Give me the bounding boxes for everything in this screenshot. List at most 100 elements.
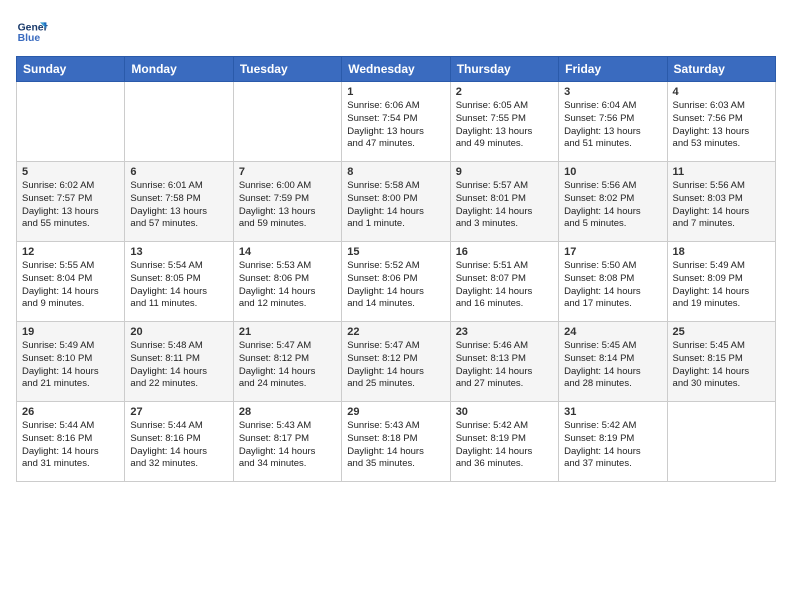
day-number: 4 <box>673 86 770 98</box>
calendar-cell: 16 Sunrise: 5:51 AM Sunset: 8:07 PM Dayli… <box>450 242 558 322</box>
weekday-header-saturday: Saturday <box>667 57 775 82</box>
weekday-header-sunday: Sunday <box>17 57 125 82</box>
weekday-header-wednesday: Wednesday <box>342 57 450 82</box>
week-row-5: 26Sunrise: 5:44 AM Sunset: 8:16 PM Dayli… <box>17 402 776 482</box>
day-number: 10 <box>564 166 661 178</box>
logo-icon: General Blue <box>16 16 48 48</box>
week-row-1: 1 Sunrise: 6:06 AM Sunset: 7:54 PM Daylig… <box>17 82 776 162</box>
calendar-cell: 12 Sunrise: 5:55 AM Sunset: 8:04 PM Dayli… <box>17 242 125 322</box>
day-info: Sunrise: 6:05 AM Sunset: 7:55 PM Dayligh… <box>456 100 553 151</box>
calendar-cell: 7Sunrise: 6:00 AM Sunset: 7:59 PM Daylig… <box>233 162 341 242</box>
day-info: Sunrise: 5:47 AM Sunset: 8:12 PM Dayligh… <box>347 340 444 391</box>
calendar-cell: 3Sunrise: 6:04 AM Sunset: 7:56 PM Daylig… <box>559 82 667 162</box>
day-info: Sunrise: 5:57 AM Sunset: 8:01 PM Dayligh… <box>456 180 553 231</box>
calendar-cell: 20 Sunrise: 5:48 AM Sunset: 8:11 PM Dayli… <box>125 322 233 402</box>
day-info: Sunrise: 6:06 AM Sunset: 7:54 PM Dayligh… <box>347 100 444 151</box>
day-info: Sunrise: 5:45 AM Sunset: 8:15 PM Dayligh… <box>673 340 770 391</box>
calendar-cell: 24 Sunrise: 5:45 AM Sunset: 8:14 PM Dayli… <box>559 322 667 402</box>
day-info: Sunrise: 6:03 AM Sunset: 7:56 PM Dayligh… <box>673 100 770 151</box>
calendar-cell <box>17 82 125 162</box>
calendar-cell: 11Sunrise: 5:56 AM Sunset: 8:03 PM Dayli… <box>667 162 775 242</box>
calendar-cell: 6Sunrise: 6:01 AM Sunset: 7:58 PM Daylig… <box>125 162 233 242</box>
weekday-header-friday: Friday <box>559 57 667 82</box>
calendar-cell: 13 Sunrise: 5:54 AM Sunset: 8:05 PM Dayli… <box>125 242 233 322</box>
day-info: Sunrise: 5:55 AM Sunset: 8:04 PM Dayligh… <box>22 260 119 311</box>
day-info: Sunrise: 5:49 AM Sunset: 8:10 PM Dayligh… <box>22 340 119 391</box>
day-info: Sunrise: 5:51 AM Sunset: 8:07 PM Dayligh… <box>456 260 553 311</box>
calendar-cell <box>233 82 341 162</box>
week-row-2: 5Sunrise: 6:02 AM Sunset: 7:57 PM Daylig… <box>17 162 776 242</box>
calendar-cell: 30 Sunrise: 5:42 AM Sunset: 8:19 PM Dayli… <box>450 402 558 482</box>
calendar-cell: 1 Sunrise: 6:06 AM Sunset: 7:54 PM Daylig… <box>342 82 450 162</box>
calendar-cell: 17Sunrise: 5:50 AM Sunset: 8:08 PM Dayli… <box>559 242 667 322</box>
week-row-4: 19 Sunrise: 5:49 AM Sunset: 8:10 PM Dayli… <box>17 322 776 402</box>
day-number: 26 <box>22 406 119 418</box>
calendar-cell: 25 Sunrise: 5:45 AM Sunset: 8:15 PM Dayli… <box>667 322 775 402</box>
day-number: 15 <box>347 246 444 258</box>
day-info: Sunrise: 5:52 AM Sunset: 8:06 PM Dayligh… <box>347 260 444 311</box>
calendar-cell: 23 Sunrise: 5:46 AM Sunset: 8:13 PM Dayli… <box>450 322 558 402</box>
day-info: Sunrise: 5:49 AM Sunset: 8:09 PM Dayligh… <box>673 260 770 311</box>
calendar-cell: 28 Sunrise: 5:43 AM Sunset: 8:17 PM Dayli… <box>233 402 341 482</box>
day-number: 16 <box>456 246 553 258</box>
day-number: 19 <box>22 326 119 338</box>
calendar-cell <box>125 82 233 162</box>
day-info: Sunrise: 5:48 AM Sunset: 8:11 PM Dayligh… <box>130 340 227 391</box>
day-number: 1 <box>347 86 444 98</box>
day-number: 13 <box>130 246 227 258</box>
day-number: 3 <box>564 86 661 98</box>
calendar-cell: 26Sunrise: 5:44 AM Sunset: 8:16 PM Dayli… <box>17 402 125 482</box>
weekday-header-row: SundayMondayTuesdayWednesdayThursdayFrid… <box>17 57 776 82</box>
calendar-table: SundayMondayTuesdayWednesdayThursdayFrid… <box>16 56 776 482</box>
calendar-cell: 8Sunrise: 5:58 AM Sunset: 8:00 PM Daylig… <box>342 162 450 242</box>
day-info: Sunrise: 5:46 AM Sunset: 8:13 PM Dayligh… <box>456 340 553 391</box>
calendar-cell: 29 Sunrise: 5:43 AM Sunset: 8:18 PM Dayli… <box>342 402 450 482</box>
day-number: 2 <box>456 86 553 98</box>
day-number: 24 <box>564 326 661 338</box>
day-number: 31 <box>564 406 661 418</box>
svg-text:Blue: Blue <box>18 33 41 44</box>
day-info: Sunrise: 5:43 AM Sunset: 8:18 PM Dayligh… <box>347 420 444 471</box>
calendar-cell: 9 Sunrise: 5:57 AM Sunset: 8:01 PM Daylig… <box>450 162 558 242</box>
day-info: Sunrise: 5:42 AM Sunset: 8:19 PM Dayligh… <box>564 420 661 471</box>
day-info: Sunrise: 5:53 AM Sunset: 8:06 PM Dayligh… <box>239 260 336 311</box>
calendar-cell: 31 Sunrise: 5:42 AM Sunset: 8:19 PM Dayli… <box>559 402 667 482</box>
day-info: Sunrise: 5:43 AM Sunset: 8:17 PM Dayligh… <box>239 420 336 471</box>
calendar-cell: 15 Sunrise: 5:52 AM Sunset: 8:06 PM Dayli… <box>342 242 450 322</box>
day-number: 27 <box>130 406 227 418</box>
day-number: 11 <box>673 166 770 178</box>
page-header: General Blue <box>16 16 776 48</box>
day-number: 21 <box>239 326 336 338</box>
week-row-3: 12 Sunrise: 5:55 AM Sunset: 8:04 PM Dayli… <box>17 242 776 322</box>
calendar-cell: 10 Sunrise: 5:56 AM Sunset: 8:02 PM Dayli… <box>559 162 667 242</box>
day-number: 9 <box>456 166 553 178</box>
day-number: 29 <box>347 406 444 418</box>
day-number: 28 <box>239 406 336 418</box>
calendar-cell: 5Sunrise: 6:02 AM Sunset: 7:57 PM Daylig… <box>17 162 125 242</box>
day-info: Sunrise: 5:42 AM Sunset: 8:19 PM Dayligh… <box>456 420 553 471</box>
day-info: Sunrise: 5:56 AM Sunset: 8:02 PM Dayligh… <box>564 180 661 231</box>
day-info: Sunrise: 5:58 AM Sunset: 8:00 PM Dayligh… <box>347 180 444 231</box>
calendar-cell: 21 Sunrise: 5:47 AM Sunset: 8:12 PM Dayli… <box>233 322 341 402</box>
calendar-cell: 14 Sunrise: 5:53 AM Sunset: 8:06 PM Dayli… <box>233 242 341 322</box>
day-number: 30 <box>456 406 553 418</box>
day-number: 17 <box>564 246 661 258</box>
day-number: 12 <box>22 246 119 258</box>
calendar-cell: 2 Sunrise: 6:05 AM Sunset: 7:55 PM Daylig… <box>450 82 558 162</box>
day-number: 7 <box>239 166 336 178</box>
day-number: 14 <box>239 246 336 258</box>
day-number: 20 <box>130 326 227 338</box>
calendar-cell: 22Sunrise: 5:47 AM Sunset: 8:12 PM Dayli… <box>342 322 450 402</box>
day-info: Sunrise: 6:02 AM Sunset: 7:57 PM Dayligh… <box>22 180 119 231</box>
day-info: Sunrise: 5:45 AM Sunset: 8:14 PM Dayligh… <box>564 340 661 391</box>
weekday-header-thursday: Thursday <box>450 57 558 82</box>
weekday-header-tuesday: Tuesday <box>233 57 341 82</box>
day-info: Sunrise: 5:47 AM Sunset: 8:12 PM Dayligh… <box>239 340 336 391</box>
day-number: 23 <box>456 326 553 338</box>
logo: General Blue <box>16 16 48 48</box>
day-number: 25 <box>673 326 770 338</box>
day-number: 6 <box>130 166 227 178</box>
calendar-cell: 19 Sunrise: 5:49 AM Sunset: 8:10 PM Dayli… <box>17 322 125 402</box>
day-number: 18 <box>673 246 770 258</box>
day-info: Sunrise: 5:54 AM Sunset: 8:05 PM Dayligh… <box>130 260 227 311</box>
